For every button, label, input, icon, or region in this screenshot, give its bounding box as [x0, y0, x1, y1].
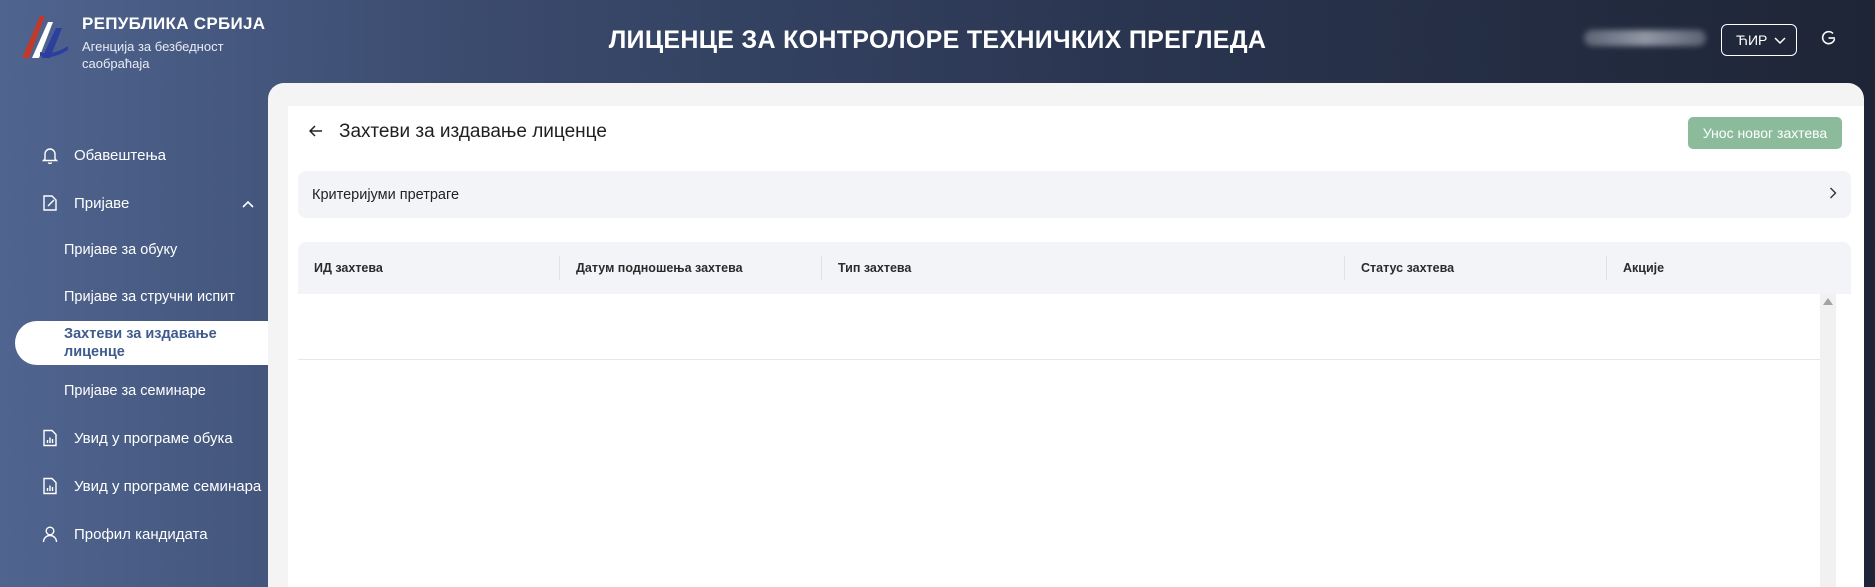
user-icon [40, 524, 60, 544]
chevron-up-icon [242, 195, 254, 212]
column-header-date[interactable]: Датум подношења захтева [576, 242, 743, 294]
edit-document-icon [40, 193, 60, 213]
sidebar-item-label: Пријаве [74, 194, 130, 212]
logout-button[interactable] [1818, 29, 1840, 51]
column-divider [821, 256, 822, 280]
requests-table: ИД захтева Датум подношења захтева Тип з… [298, 242, 1851, 587]
sidebar-item-label: Профил кандидата [74, 525, 208, 543]
sidebar-subitem-label: Пријаве за семинаре [64, 383, 206, 399]
search-criteria-label: Критеријуми претраге [312, 186, 460, 203]
user-name-blurred [1584, 30, 1706, 46]
sidebar-item-label: Увид у програме обука [74, 429, 233, 447]
bell-icon [40, 145, 60, 165]
column-header-actions: Акције [1623, 261, 1665, 275]
search-criteria-toggle[interactable]: Критеријуми претраге [298, 171, 1851, 218]
logout-icon [1821, 30, 1837, 51]
column-divider [559, 256, 560, 280]
column-divider [1344, 256, 1345, 280]
sidebar-item-label: Увид у програме семинара [74, 477, 262, 495]
sidebar-item-label: Обавештења [74, 146, 167, 164]
sidebar-subitem-seminar-applications[interactable]: Пријаве за семинаре [0, 379, 206, 403]
column-header-status[interactable]: Статус захтева [1361, 242, 1454, 294]
chart-document-icon [40, 476, 60, 496]
language-value: ЋИР [1736, 32, 1768, 48]
sidebar-item-seminar-programs[interactable]: Увид у програме семинара [0, 474, 261, 498]
sidebar-subitem-label: Пријаве за обуку [64, 242, 178, 258]
table-scrollbar[interactable] [1820, 294, 1836, 587]
main-panel: Захтеви за издавање лиценце Унос новог з… [268, 83, 1864, 587]
chevron-down-icon [1774, 32, 1786, 48]
chevron-right-icon [1829, 187, 1837, 203]
chart-document-icon [40, 428, 60, 448]
back-button[interactable] [306, 123, 326, 143]
new-request-button[interactable]: Унос новог захтева [1688, 117, 1842, 149]
table-row-empty [298, 294, 1820, 360]
sidebar-item-training-programs[interactable]: Увид у програме обука [0, 426, 233, 450]
sidebar-subitem-label: Пријаве за стручни испит [64, 289, 235, 305]
sidebar-subitem-exam-applications[interactable]: Пријаве за стручни испит [0, 285, 235, 309]
sidebar-subitem-license-requests[interactable]: Захтеви за издавање лиценце [15, 321, 268, 365]
table-header: ИД захтева Датум подношења захтева Тип з… [298, 242, 1851, 294]
sidebar-item-candidate-profile[interactable]: Профил кандидата [0, 522, 208, 546]
sidebar-item-notifications[interactable]: Обавештења [0, 143, 166, 167]
content-card: Захтеви за издавање лиценце Унос новог з… [288, 106, 1864, 587]
column-divider [1606, 256, 1607, 280]
column-header-type[interactable]: Тип захтева [838, 242, 911, 294]
arrow-left-icon [308, 124, 323, 142]
sidebar-item-applications[interactable]: Пријаве [0, 191, 268, 215]
sidebar-subitem-training-applications[interactable]: Пријаве за обуку [0, 238, 177, 262]
language-select[interactable]: ЋИР [1721, 24, 1797, 56]
page-title: Захтеви за издавање лиценце [339, 121, 607, 142]
column-header-id[interactable]: ИД захтева [314, 242, 383, 294]
scroll-up-arrow-icon[interactable] [1823, 298, 1833, 305]
sidebar-subitem-label: Захтеви за издавање лиценце [64, 326, 217, 360]
